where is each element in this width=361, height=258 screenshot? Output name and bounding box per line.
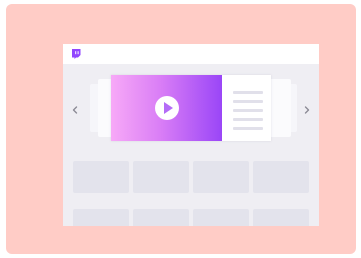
stream-info-line bbox=[233, 91, 263, 94]
stream-info-line bbox=[233, 118, 263, 121]
stream-tile[interactable] bbox=[73, 161, 129, 193]
carousel-prev-button[interactable] bbox=[70, 103, 80, 114]
stream-info-line bbox=[233, 100, 263, 103]
app-window bbox=[63, 44, 319, 226]
featured-stream-card[interactable] bbox=[111, 75, 271, 141]
chevron-left-icon bbox=[72, 106, 78, 114]
stream-tile[interactable] bbox=[133, 161, 189, 193]
stream-tile[interactable] bbox=[253, 161, 309, 193]
stream-tile[interactable] bbox=[193, 209, 249, 226]
stream-info-line bbox=[233, 109, 263, 112]
stream-info-line bbox=[233, 127, 263, 130]
stream-tile[interactable] bbox=[193, 161, 249, 193]
twitch-logo-icon[interactable] bbox=[71, 49, 81, 59]
featured-video-player[interactable] bbox=[111, 75, 222, 141]
stream-tile[interactable] bbox=[133, 209, 189, 226]
chevron-right-icon bbox=[304, 106, 310, 114]
stream-tile[interactable] bbox=[73, 209, 129, 226]
carousel-next-button[interactable] bbox=[302, 103, 312, 114]
top-navigation-bar bbox=[63, 44, 319, 64]
stream-tile[interactable] bbox=[253, 209, 309, 226]
illustration-background bbox=[6, 4, 356, 254]
play-button[interactable] bbox=[155, 96, 179, 120]
play-icon bbox=[164, 102, 173, 114]
